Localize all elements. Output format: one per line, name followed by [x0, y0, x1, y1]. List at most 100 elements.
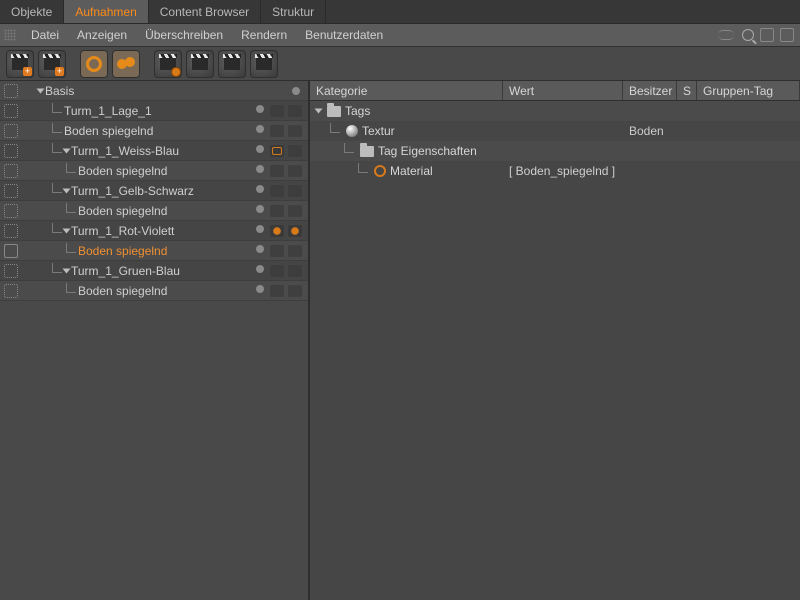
tree-row[interactable]: Turm_1_Gruen-Blau	[0, 261, 308, 281]
tree-row[interactable]: Turm_1_Rot-Violett	[0, 221, 308, 241]
table-row[interactable]: Tag Eigenschaften	[310, 141, 800, 161]
slot-icon[interactable]	[288, 205, 302, 217]
slot-icon[interactable]	[288, 145, 302, 157]
slot-icon[interactable]	[288, 185, 302, 197]
menu-ueberschreiben[interactable]: Überschreiben	[136, 24, 232, 47]
tree-row[interactable]: Boden spiegelnd	[0, 121, 308, 141]
status-dot-icon[interactable]	[256, 245, 264, 253]
menu-benutzerdaten[interactable]: Benutzerdaten	[296, 24, 392, 47]
group-tag-cell[interactable]	[697, 101, 800, 121]
clap-button-a[interactable]	[186, 50, 214, 78]
slot-icon[interactable]	[270, 165, 284, 177]
visibility-toggle-icon[interactable]	[4, 104, 18, 118]
status-dot-icon[interactable]	[256, 225, 264, 233]
slot-icon[interactable]	[288, 165, 302, 177]
expand-toggle-icon[interactable]	[63, 268, 71, 273]
slot-icon[interactable]	[270, 105, 284, 117]
tab-struktur[interactable]: Struktur	[261, 0, 326, 23]
slot-icon[interactable]	[270, 185, 284, 197]
slot-icon[interactable]	[288, 285, 302, 297]
tree-row[interactable]: Turm_1_Weiss-Blau	[0, 141, 308, 161]
tab-aufnahmen[interactable]: Aufnahmen	[64, 0, 148, 23]
menu-anzeigen[interactable]: Anzeigen	[68, 24, 136, 47]
override-mode-button[interactable]	[112, 50, 140, 78]
slot-icon[interactable]	[288, 105, 302, 117]
status-dot-icon[interactable]	[256, 125, 264, 133]
s-cell[interactable]	[677, 101, 697, 121]
visibility-toggle-icon[interactable]	[4, 224, 18, 238]
auto-take-button[interactable]	[80, 50, 108, 78]
slot-icon[interactable]	[270, 265, 284, 277]
status-dot-icon[interactable]	[256, 265, 264, 273]
layout-a-icon[interactable]	[760, 28, 774, 42]
col-kategorie[interactable]: Kategorie	[310, 81, 503, 100]
group-tag-cell[interactable]	[697, 161, 800, 181]
view-mode-icon[interactable]	[718, 30, 734, 40]
value-cell[interactable]	[503, 121, 623, 141]
slot-icon[interactable]	[288, 265, 302, 277]
tree-row[interactable]: Boden spiegelnd	[0, 281, 308, 301]
tree-row[interactable]: Boden spiegelnd	[0, 161, 308, 181]
expand-toggle-icon[interactable]	[63, 148, 71, 153]
s-cell[interactable]	[677, 141, 697, 161]
layout-b-icon[interactable]	[780, 28, 794, 42]
table-row[interactable]: Tags	[310, 101, 800, 121]
expand-toggle-icon[interactable]	[63, 228, 71, 233]
visibility-toggle-icon[interactable]	[4, 284, 18, 298]
value-cell[interactable]	[503, 141, 623, 161]
status-dot-icon[interactable]	[256, 145, 264, 153]
tree-row[interactable]: Boden spiegelnd	[0, 241, 308, 261]
tab-content-browser[interactable]: Content Browser	[149, 0, 261, 23]
status-dot-icon[interactable]	[256, 105, 264, 113]
new-take-child-button[interactable]: +	[38, 50, 66, 78]
table-row[interactable]: Material[ Boden_spiegelnd ]	[310, 161, 800, 181]
tree-row[interactable]: Turm_1_Gelb-Schwarz	[0, 181, 308, 201]
visibility-toggle-icon[interactable]	[4, 204, 18, 218]
group-tag-cell[interactable]	[697, 141, 800, 161]
value-cell[interactable]	[503, 101, 623, 121]
status-dot-icon[interactable]	[256, 165, 264, 173]
visibility-toggle-icon[interactable]	[4, 164, 18, 178]
visibility-toggle-icon[interactable]	[4, 144, 18, 158]
expand-toggle-icon[interactable]	[315, 109, 323, 114]
status-dot-icon[interactable]	[292, 87, 300, 95]
slot-icon[interactable]	[270, 205, 284, 217]
camera-override-icon[interactable]	[270, 145, 284, 157]
menu-rendern[interactable]: Rendern	[232, 24, 296, 47]
slot-icon[interactable]	[270, 285, 284, 297]
table-row[interactable]: TexturBoden	[310, 121, 800, 141]
menu-datei[interactable]: Datei	[22, 24, 68, 47]
status-dot-icon[interactable]	[256, 205, 264, 213]
slot-icon[interactable]	[270, 245, 284, 257]
visibility-toggle-icon[interactable]	[4, 184, 18, 198]
slot-icon[interactable]	[288, 245, 302, 257]
visibility-toggle-icon[interactable]	[4, 124, 18, 138]
clap-button-c[interactable]	[250, 50, 278, 78]
visibility-toggle-icon[interactable]	[4, 244, 18, 258]
expand-toggle-icon[interactable]	[63, 188, 71, 193]
slot-icon[interactable]	[270, 125, 284, 137]
group-tag-cell[interactable]	[697, 121, 800, 141]
override-gear-icon[interactable]	[288, 225, 302, 237]
value-cell[interactable]: [ Boden_spiegelnd ]	[503, 161, 623, 181]
clap-button-b[interactable]	[218, 50, 246, 78]
visibility-toggle-icon[interactable]	[4, 264, 18, 278]
col-wert[interactable]: Wert	[503, 81, 623, 100]
search-icon[interactable]	[742, 29, 754, 41]
col-s[interactable]: S	[677, 81, 697, 100]
s-cell[interactable]	[677, 161, 697, 181]
tree-row[interactable]: Turm_1_Lage_1	[0, 101, 308, 121]
tree-row[interactable]: Boden spiegelnd	[0, 201, 308, 221]
s-cell[interactable]	[677, 121, 697, 141]
slot-icon[interactable]	[288, 125, 302, 137]
clap-settings-button[interactable]	[154, 50, 182, 78]
status-dot-icon[interactable]	[256, 185, 264, 193]
tab-objekte[interactable]: Objekte	[0, 0, 64, 23]
panel-grip-icon[interactable]	[4, 29, 16, 41]
expand-toggle-icon[interactable]	[37, 88, 45, 93]
col-gruppen-tag[interactable]: Gruppen-Tag	[697, 81, 800, 100]
status-dot-icon[interactable]	[256, 285, 264, 293]
new-take-button[interactable]: +	[6, 50, 34, 78]
tree-row[interactable]: Basis	[0, 81, 308, 101]
col-besitzer[interactable]: Besitzer	[623, 81, 677, 100]
